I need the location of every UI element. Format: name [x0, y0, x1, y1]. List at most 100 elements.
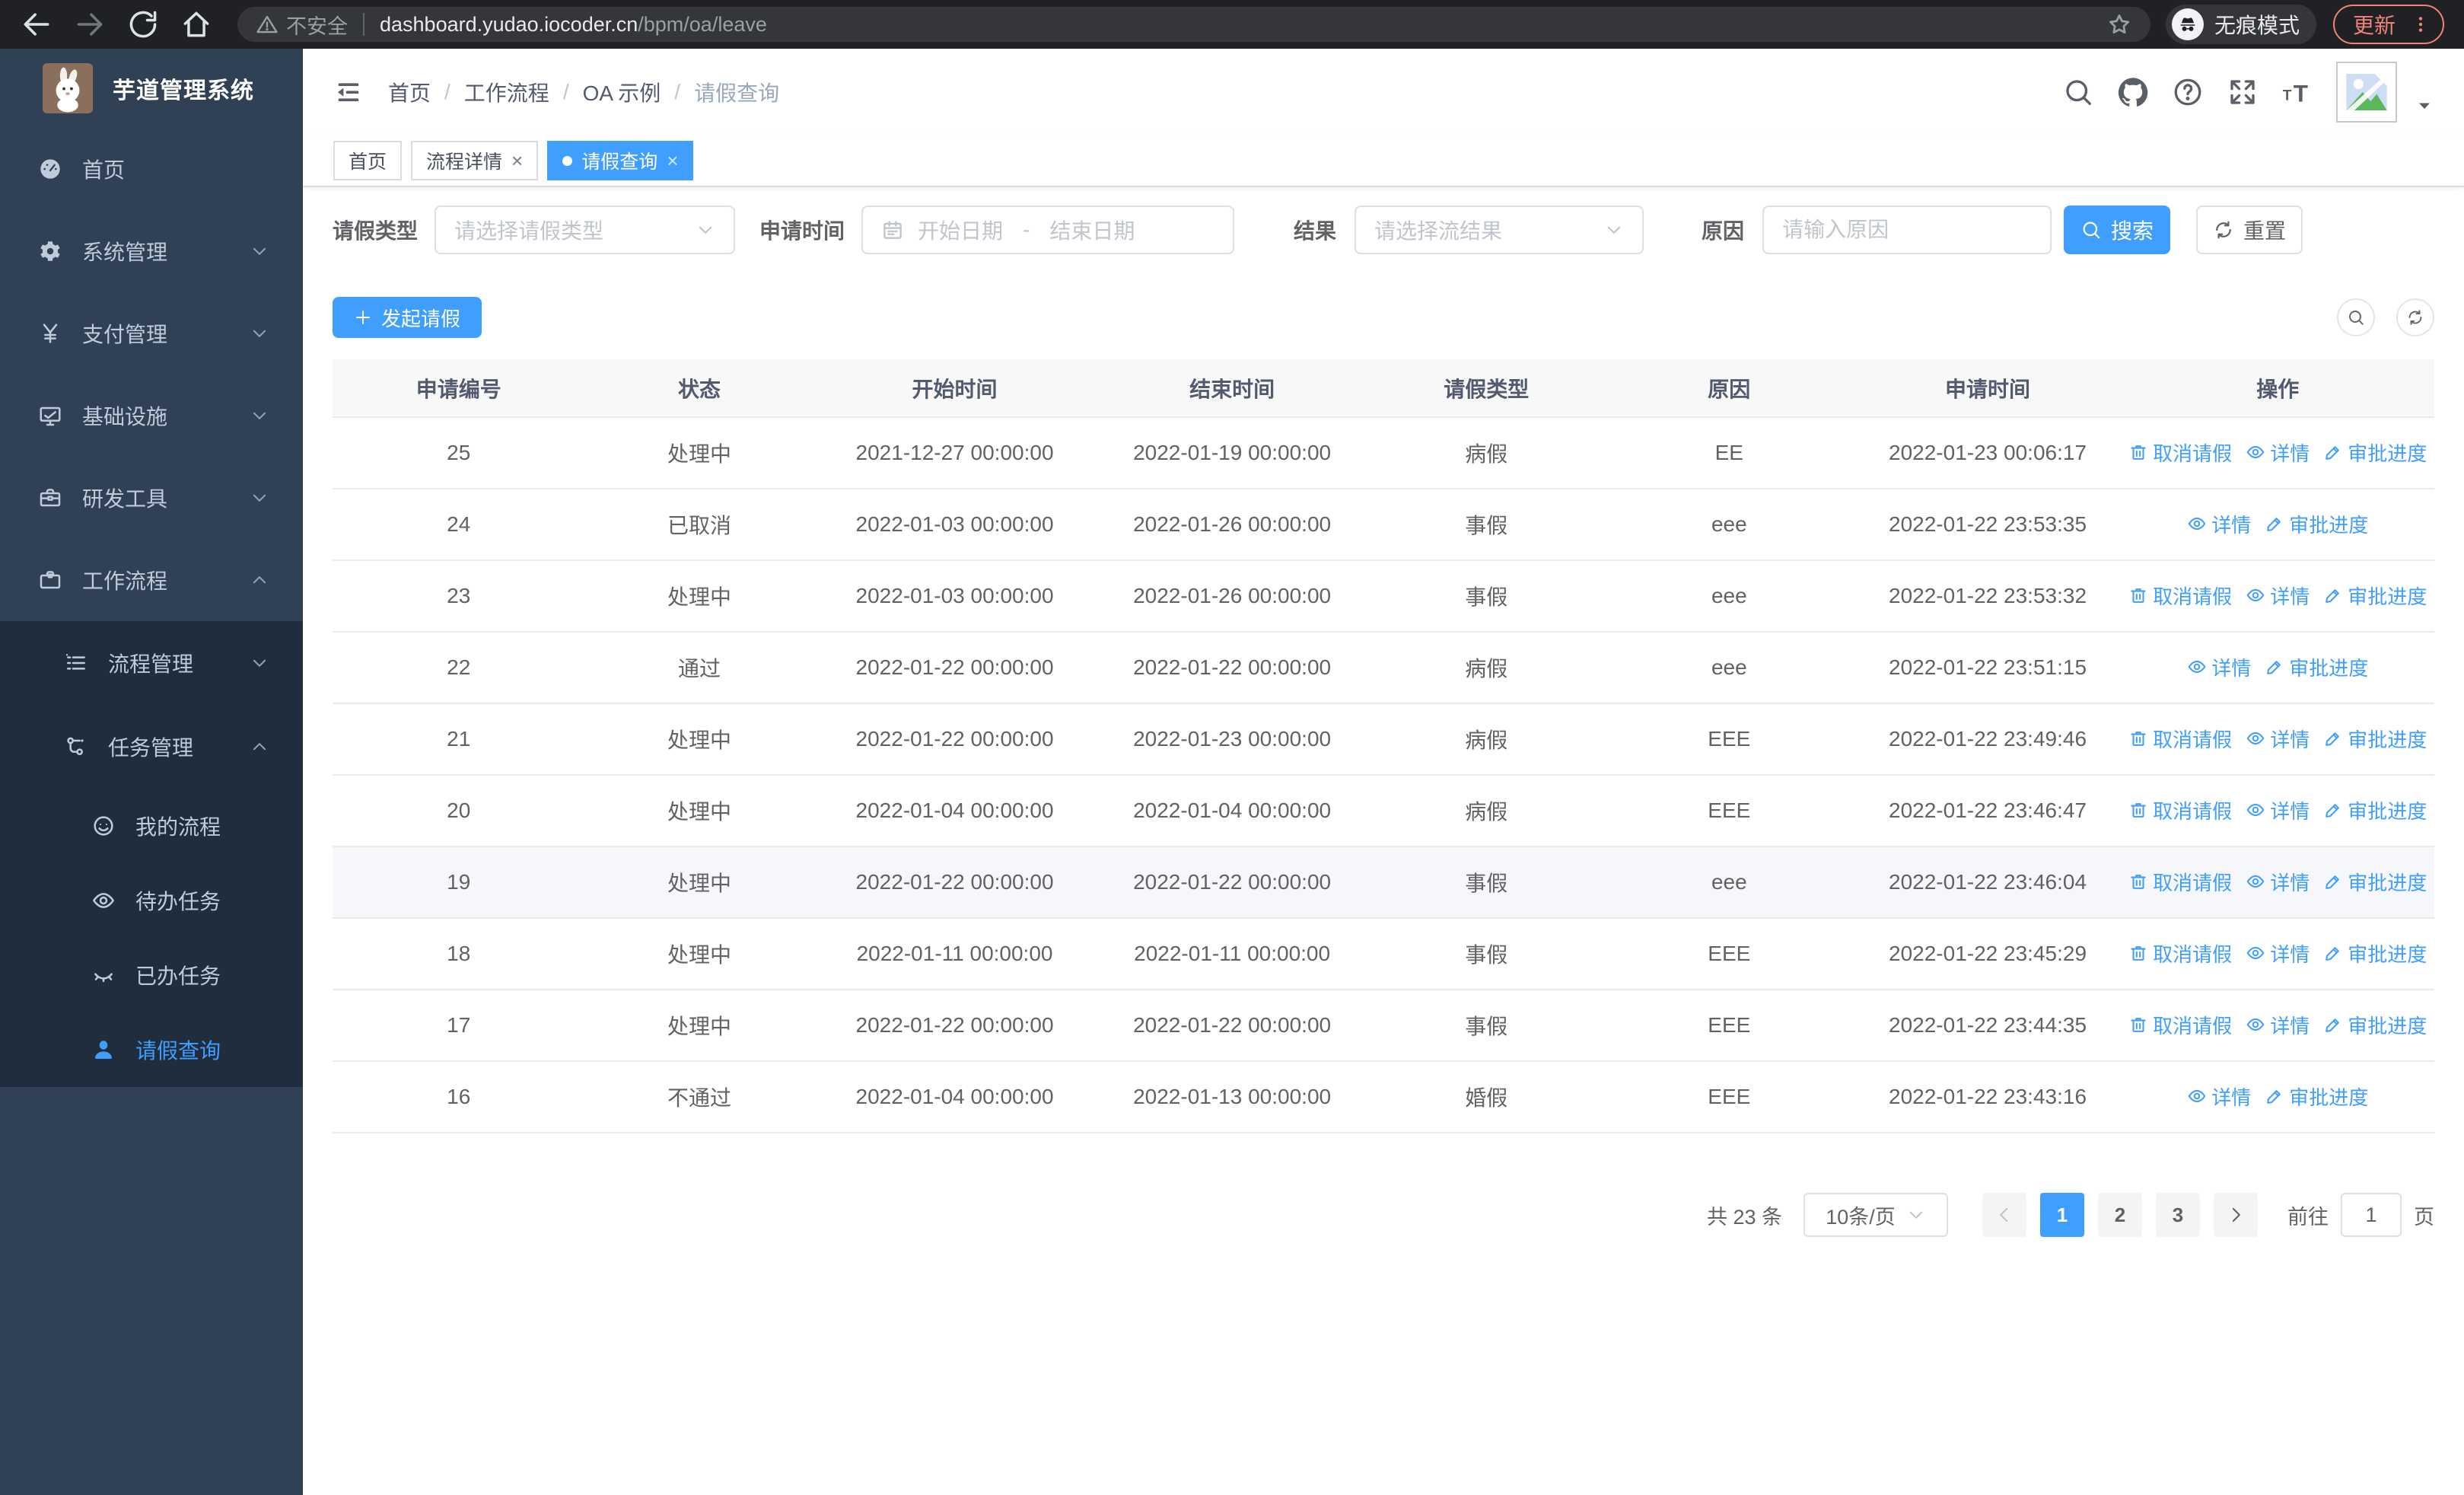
sidebar-item[interactable]: 请假查询 — [0, 1012, 303, 1087]
tags-view: 首页 流程详情 × 请假查询 × — [303, 135, 2464, 187]
cell-type: 病假 — [1368, 703, 1604, 776]
sidebar-item[interactable]: 我的流程 — [0, 789, 303, 863]
sidebar-item[interactable]: 待办任务 — [0, 863, 303, 938]
action-label: 取消请假 — [2153, 871, 2233, 894]
action-cancel-link[interactable]: 取消请假 — [2128, 796, 2232, 824]
action-detail-link[interactable]: 详情 — [2187, 653, 2251, 681]
page-button[interactable]: 1 — [2040, 1193, 2084, 1237]
action-cancel-link[interactable]: 取消请假 — [2128, 725, 2232, 753]
url-divider — [363, 13, 365, 36]
sidebar-item[interactable]: 首页 — [0, 128, 303, 210]
github-icon[interactable] — [2117, 76, 2149, 108]
breadcrumb-item[interactable]: 工作流程 — [464, 77, 549, 107]
result-label: 结果 — [1294, 219, 1337, 243]
tab-label: 首页 — [349, 151, 387, 173]
sidebar-toggle-icon[interactable] — [333, 77, 364, 107]
action-detail-link[interactable]: 详情 — [2246, 1011, 2310, 1039]
breadcrumb-item[interactable]: OA 示例 — [583, 77, 661, 107]
action-audit-link[interactable]: 审批进度 — [2323, 582, 2427, 610]
cell-status: 处理中 — [584, 918, 814, 990]
action-audit-link[interactable]: 审批进度 — [2323, 796, 2427, 824]
breadcrumb-separator: / — [444, 80, 450, 104]
cell-id: 22 — [333, 632, 585, 704]
breadcrumb-item[interactable]: 首页 — [388, 77, 431, 107]
search-button[interactable]: 搜索 — [2064, 206, 2171, 254]
action-audit-link[interactable]: 审批进度 — [2265, 1082, 2368, 1111]
action-detail-link[interactable]: 详情 — [2246, 868, 2310, 896]
eye-open-icon — [2187, 514, 2207, 534]
refresh-table-button[interactable] — [2396, 298, 2434, 336]
jump-page-input[interactable] — [2341, 1193, 2402, 1237]
font-size-icon[interactable]: TT — [2281, 76, 2313, 108]
back-icon[interactable] — [20, 8, 53, 41]
sidebar-item[interactable]: 支付管理 — [0, 292, 303, 375]
result-select[interactable]: 请选择流结果 — [1355, 206, 1644, 254]
action-cancel-link[interactable]: 取消请假 — [2128, 582, 2232, 610]
reason-input[interactable] — [1782, 218, 2033, 242]
yen-icon — [38, 321, 62, 346]
action-detail-link[interactable]: 详情 — [2246, 438, 2310, 467]
action-detail-link[interactable]: 详情 — [2187, 510, 2251, 538]
tab[interactable]: 首页 — [333, 141, 403, 180]
help-icon[interactable] — [2172, 76, 2204, 108]
close-icon[interactable]: × — [511, 151, 523, 171]
sidebar-item[interactable]: 任务管理 — [0, 705, 303, 789]
next-page-button[interactable] — [2214, 1193, 2258, 1237]
sidebar-item[interactable]: 研发工具 — [0, 457, 303, 539]
browser-menu-icon[interactable] — [2411, 11, 2431, 37]
security-warning-icon — [256, 13, 279, 36]
cell-status: 已取消 — [584, 489, 814, 561]
action-detail-link[interactable]: 详情 — [2246, 725, 2310, 753]
page-size-select[interactable]: 10条/页 — [1803, 1193, 1948, 1237]
tab-label: 流程详情 — [426, 151, 503, 173]
monitor-icon — [38, 403, 62, 428]
search-icon[interactable] — [2062, 76, 2094, 108]
fullscreen-icon[interactable] — [2227, 76, 2259, 108]
page-button[interactable]: 3 — [2156, 1193, 2200, 1237]
action-detail-link[interactable]: 详情 — [2246, 582, 2310, 610]
sidebar-logo-row[interactable]: 芋道管理系统 — [0, 49, 303, 128]
pen-icon — [2323, 442, 2343, 462]
sidebar-item[interactable]: 系统管理 — [0, 210, 303, 292]
action-audit-link[interactable]: 审批进度 — [2323, 868, 2427, 896]
action-detail-link[interactable]: 详情 — [2187, 1082, 2251, 1111]
action-cancel-link[interactable]: 取消请假 — [2128, 939, 2232, 967]
action-audit-link[interactable]: 审批进度 — [2265, 510, 2368, 538]
action-audit-link[interactable]: 审批进度 — [2323, 939, 2427, 967]
sidebar-item[interactable]: 工作流程 — [0, 539, 303, 621]
browser-update-button[interactable]: 更新 — [2332, 5, 2444, 44]
sidebar-item[interactable]: 流程管理 — [0, 621, 303, 705]
tab[interactable]: 流程详情 × — [411, 141, 539, 180]
forward-icon[interactable] — [73, 8, 107, 41]
reset-button[interactable]: 重置 — [2196, 206, 2303, 254]
leave-type-select[interactable]: 请选择请假类型 — [435, 206, 736, 254]
bookmark-star-icon[interactable] — [2106, 11, 2132, 37]
action-cancel-link[interactable]: 取消请假 — [2128, 1011, 2232, 1039]
reload-icon[interactable] — [126, 8, 160, 41]
toggle-search-button[interactable] — [2337, 298, 2375, 336]
close-icon[interactable]: × — [667, 151, 678, 171]
apply-time-range-picker[interactable]: 开始日期 - 结束日期 — [861, 206, 1235, 254]
user-menu-caret-icon[interactable] — [2415, 97, 2434, 115]
sidebar-item-label: 首页 — [82, 158, 126, 182]
tab[interactable]: 请假查询 × — [547, 141, 694, 180]
avatar[interactable] — [2336, 62, 2397, 123]
action-audit-link[interactable]: 审批进度 — [2323, 725, 2427, 753]
url-bar[interactable]: 不安全 dashboard.yudao.iocoder.cn/bpm/oa/le… — [237, 7, 2150, 42]
sidebar-item[interactable]: 已办任务 — [0, 938, 303, 1012]
action-cancel-link[interactable]: 取消请假 — [2128, 868, 2232, 896]
prev-page-button[interactable] — [1982, 1193, 2026, 1237]
home-icon[interactable] — [180, 8, 213, 41]
cell-id: 16 — [333, 1061, 585, 1133]
action-audit-link[interactable]: 审批进度 — [2323, 438, 2427, 467]
action-detail-link[interactable]: 详情 — [2246, 939, 2310, 967]
action-audit-link[interactable]: 审批进度 — [2323, 1011, 2427, 1039]
create-leave-button[interactable]: 发起请假 — [333, 297, 482, 338]
action-audit-link[interactable]: 审批进度 — [2265, 653, 2368, 681]
sidebar-item[interactable]: 基础设施 — [0, 375, 303, 457]
page-button[interactable]: 2 — [2098, 1193, 2142, 1237]
trash-icon — [2128, 872, 2148, 891]
action-detail-link[interactable]: 详情 — [2246, 796, 2310, 824]
action-cancel-link[interactable]: 取消请假 — [2128, 438, 2232, 467]
breadcrumb-item: 请假查询 — [694, 81, 780, 105]
